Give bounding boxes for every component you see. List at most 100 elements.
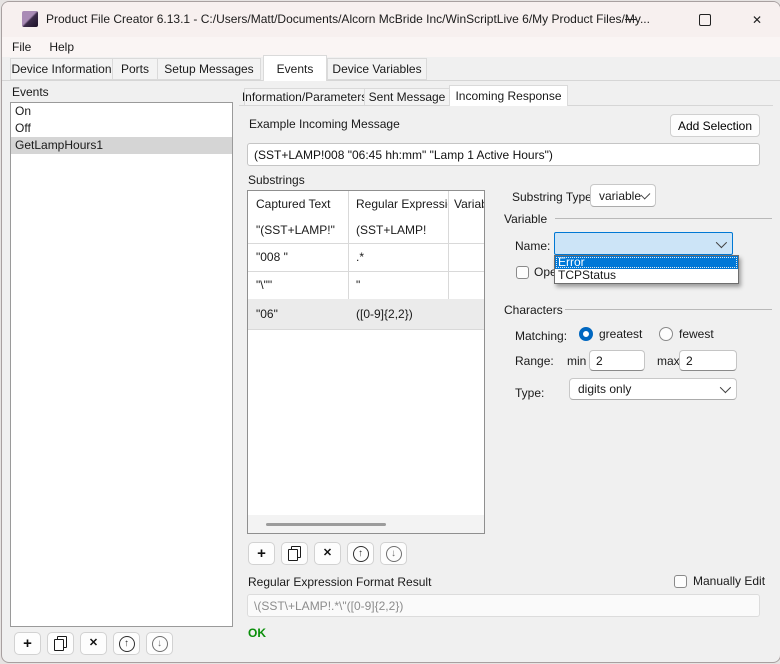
- cell-variable[interactable]: [448, 271, 484, 299]
- manually-edit-field[interactable]: Manually Edit: [674, 574, 765, 588]
- tab-ports[interactable]: Ports: [112, 58, 158, 80]
- close-icon: ✕: [752, 13, 762, 27]
- radio-unselected-icon[interactable]: [659, 327, 673, 341]
- tab-incoming-response[interactable]: Incoming Response: [449, 85, 568, 106]
- cell-variable[interactable]: [448, 217, 484, 243]
- copy-icon: [54, 636, 67, 651]
- app-window: Product File Creator 6.13.1 - C:/Users/M…: [1, 1, 780, 663]
- char-type-label: Type:: [515, 386, 544, 400]
- menu-help[interactable]: Help: [41, 38, 82, 56]
- substring-move-up-button[interactable]: ↑: [347, 542, 374, 565]
- cell-regex[interactable]: ": [348, 271, 448, 299]
- range-min-input[interactable]: [589, 350, 645, 371]
- matching-fewest-radio-field[interactable]: fewest: [659, 327, 714, 341]
- example-incoming-message-input[interactable]: [247, 143, 760, 166]
- regex-result-input[interactable]: [247, 594, 760, 617]
- tab-setup-messages[interactable]: Setup Messages: [157, 58, 261, 80]
- table-header-row: Captured Text Regular Expressio Variab: [248, 191, 484, 217]
- event-move-down-button[interactable]: ↓: [146, 632, 173, 655]
- events-panel-label: Events: [12, 85, 49, 99]
- list-item-selected[interactable]: GetLampHours1: [11, 137, 232, 154]
- substring-delete-button[interactable]: ✕: [314, 542, 341, 565]
- menu-file[interactable]: File: [4, 38, 39, 56]
- minimize-icon: [625, 19, 636, 20]
- title-bar: Product File Creator 6.13.1 - C:/Users/M…: [2, 2, 780, 37]
- delete-icon: ✕: [323, 548, 332, 559]
- substring-duplicate-button[interactable]: [281, 542, 308, 565]
- event-add-button[interactable]: +: [14, 632, 41, 655]
- cell-regex[interactable]: ([0-9]{2,2}): [348, 299, 448, 329]
- range-max-input[interactable]: [679, 350, 737, 371]
- event-move-up-button[interactable]: ↑: [113, 632, 140, 655]
- column-header-variable[interactable]: Variab: [448, 191, 484, 217]
- regex-result-label: Regular Expression Format Result: [248, 575, 431, 589]
- range-max-label: max: [657, 354, 680, 368]
- substring-type-value: variable: [599, 189, 641, 203]
- menu-bar: File Help: [2, 37, 780, 57]
- cell-captured-text[interactable]: "06": [248, 299, 348, 329]
- status-text: OK: [248, 626, 266, 640]
- tab-device-information[interactable]: Device Information: [10, 58, 113, 80]
- add-selection-button[interactable]: Add Selection: [670, 114, 760, 137]
- window-title: Product File Creator 6.13.1 - C:/Users/M…: [46, 12, 650, 26]
- list-item[interactable]: Off: [11, 120, 232, 137]
- maximize-button[interactable]: [682, 2, 728, 37]
- variable-group-label: Variable: [504, 212, 547, 226]
- chevron-down-icon: [716, 236, 727, 247]
- list-item[interactable]: On: [11, 103, 232, 120]
- arrow-down-circle-icon: ↓: [152, 636, 168, 652]
- cell-captured-text[interactable]: "\"": [248, 271, 348, 299]
- arrow-up-circle-icon: ↑: [119, 636, 135, 652]
- char-type-dropdown[interactable]: digits only: [569, 378, 737, 400]
- matching-label: Matching:: [515, 329, 567, 343]
- chevron-down-icon: [640, 189, 650, 199]
- optional-checkbox[interactable]: [516, 266, 529, 279]
- substring-move-down-button[interactable]: ↓: [380, 542, 407, 565]
- variable-group-line: [555, 218, 772, 219]
- delete-icon: ✕: [89, 638, 98, 649]
- cell-captured-text[interactable]: "(SST+LAMP!": [248, 217, 348, 243]
- cell-variable[interactable]: [448, 299, 484, 329]
- tab-information-parameters[interactable]: Information/Parameters: [244, 88, 365, 106]
- tab-device-variables[interactable]: Device Variables: [327, 58, 427, 80]
- scrollbar-thumb[interactable]: [266, 523, 386, 526]
- cell-variable[interactable]: [448, 243, 484, 271]
- event-duplicate-button[interactable]: [47, 632, 74, 655]
- cell-regex[interactable]: (SST+LAMP!: [348, 217, 448, 243]
- column-header-regular-expression[interactable]: Regular Expressio: [348, 191, 448, 217]
- horizontal-scrollbar[interactable]: [248, 515, 484, 533]
- table-row[interactable]: "008 " .*: [248, 243, 484, 271]
- event-delete-button[interactable]: ✕: [80, 632, 107, 655]
- column-header-captured-text[interactable]: Captured Text: [248, 191, 348, 217]
- cell-regex[interactable]: .*: [348, 243, 448, 271]
- arrow-up-circle-icon: ↑: [353, 546, 369, 562]
- characters-group-line: [565, 309, 772, 310]
- table-row[interactable]: "(SST+LAMP!" (SST+LAMP!: [248, 217, 484, 243]
- matching-fewest-label: fewest: [679, 327, 714, 341]
- table-row-selected[interactable]: "06" ([0-9]{2,2}): [248, 299, 484, 329]
- substrings-table: Captured Text Regular Expressio Variab "…: [247, 190, 485, 534]
- substring-type-dropdown[interactable]: variable: [590, 184, 656, 207]
- tab-events[interactable]: Events: [263, 55, 327, 81]
- row-divider: [248, 329, 484, 330]
- matching-greatest-radio-field[interactable]: greatest: [579, 327, 642, 341]
- substring-add-button[interactable]: +: [248, 542, 275, 565]
- dropdown-option-tcpstatus[interactable]: TCPStatus: [555, 269, 738, 282]
- maximize-icon: [699, 14, 711, 26]
- optional-field[interactable]: Ope: [516, 265, 557, 279]
- matching-greatest-label: greatest: [599, 327, 642, 341]
- arrow-down-circle-icon: ↓: [386, 546, 402, 562]
- tab-sent-message[interactable]: Sent Message: [364, 88, 450, 106]
- range-min-label: min: [567, 354, 586, 368]
- table-row[interactable]: "\"" ": [248, 271, 484, 299]
- cell-captured-text[interactable]: "008 ": [248, 243, 348, 271]
- radio-selected-icon[interactable]: [579, 327, 593, 341]
- characters-group-label: Characters: [504, 303, 563, 317]
- minimize-button[interactable]: [607, 2, 653, 37]
- variable-name-dropdown[interactable]: [554, 232, 733, 255]
- close-button[interactable]: ✕: [734, 2, 780, 37]
- char-type-value: digits only: [578, 382, 631, 396]
- name-dropdown-list: Error TCPStatus: [554, 255, 739, 284]
- manually-edit-checkbox[interactable]: [674, 575, 687, 588]
- add-icon: +: [23, 636, 32, 651]
